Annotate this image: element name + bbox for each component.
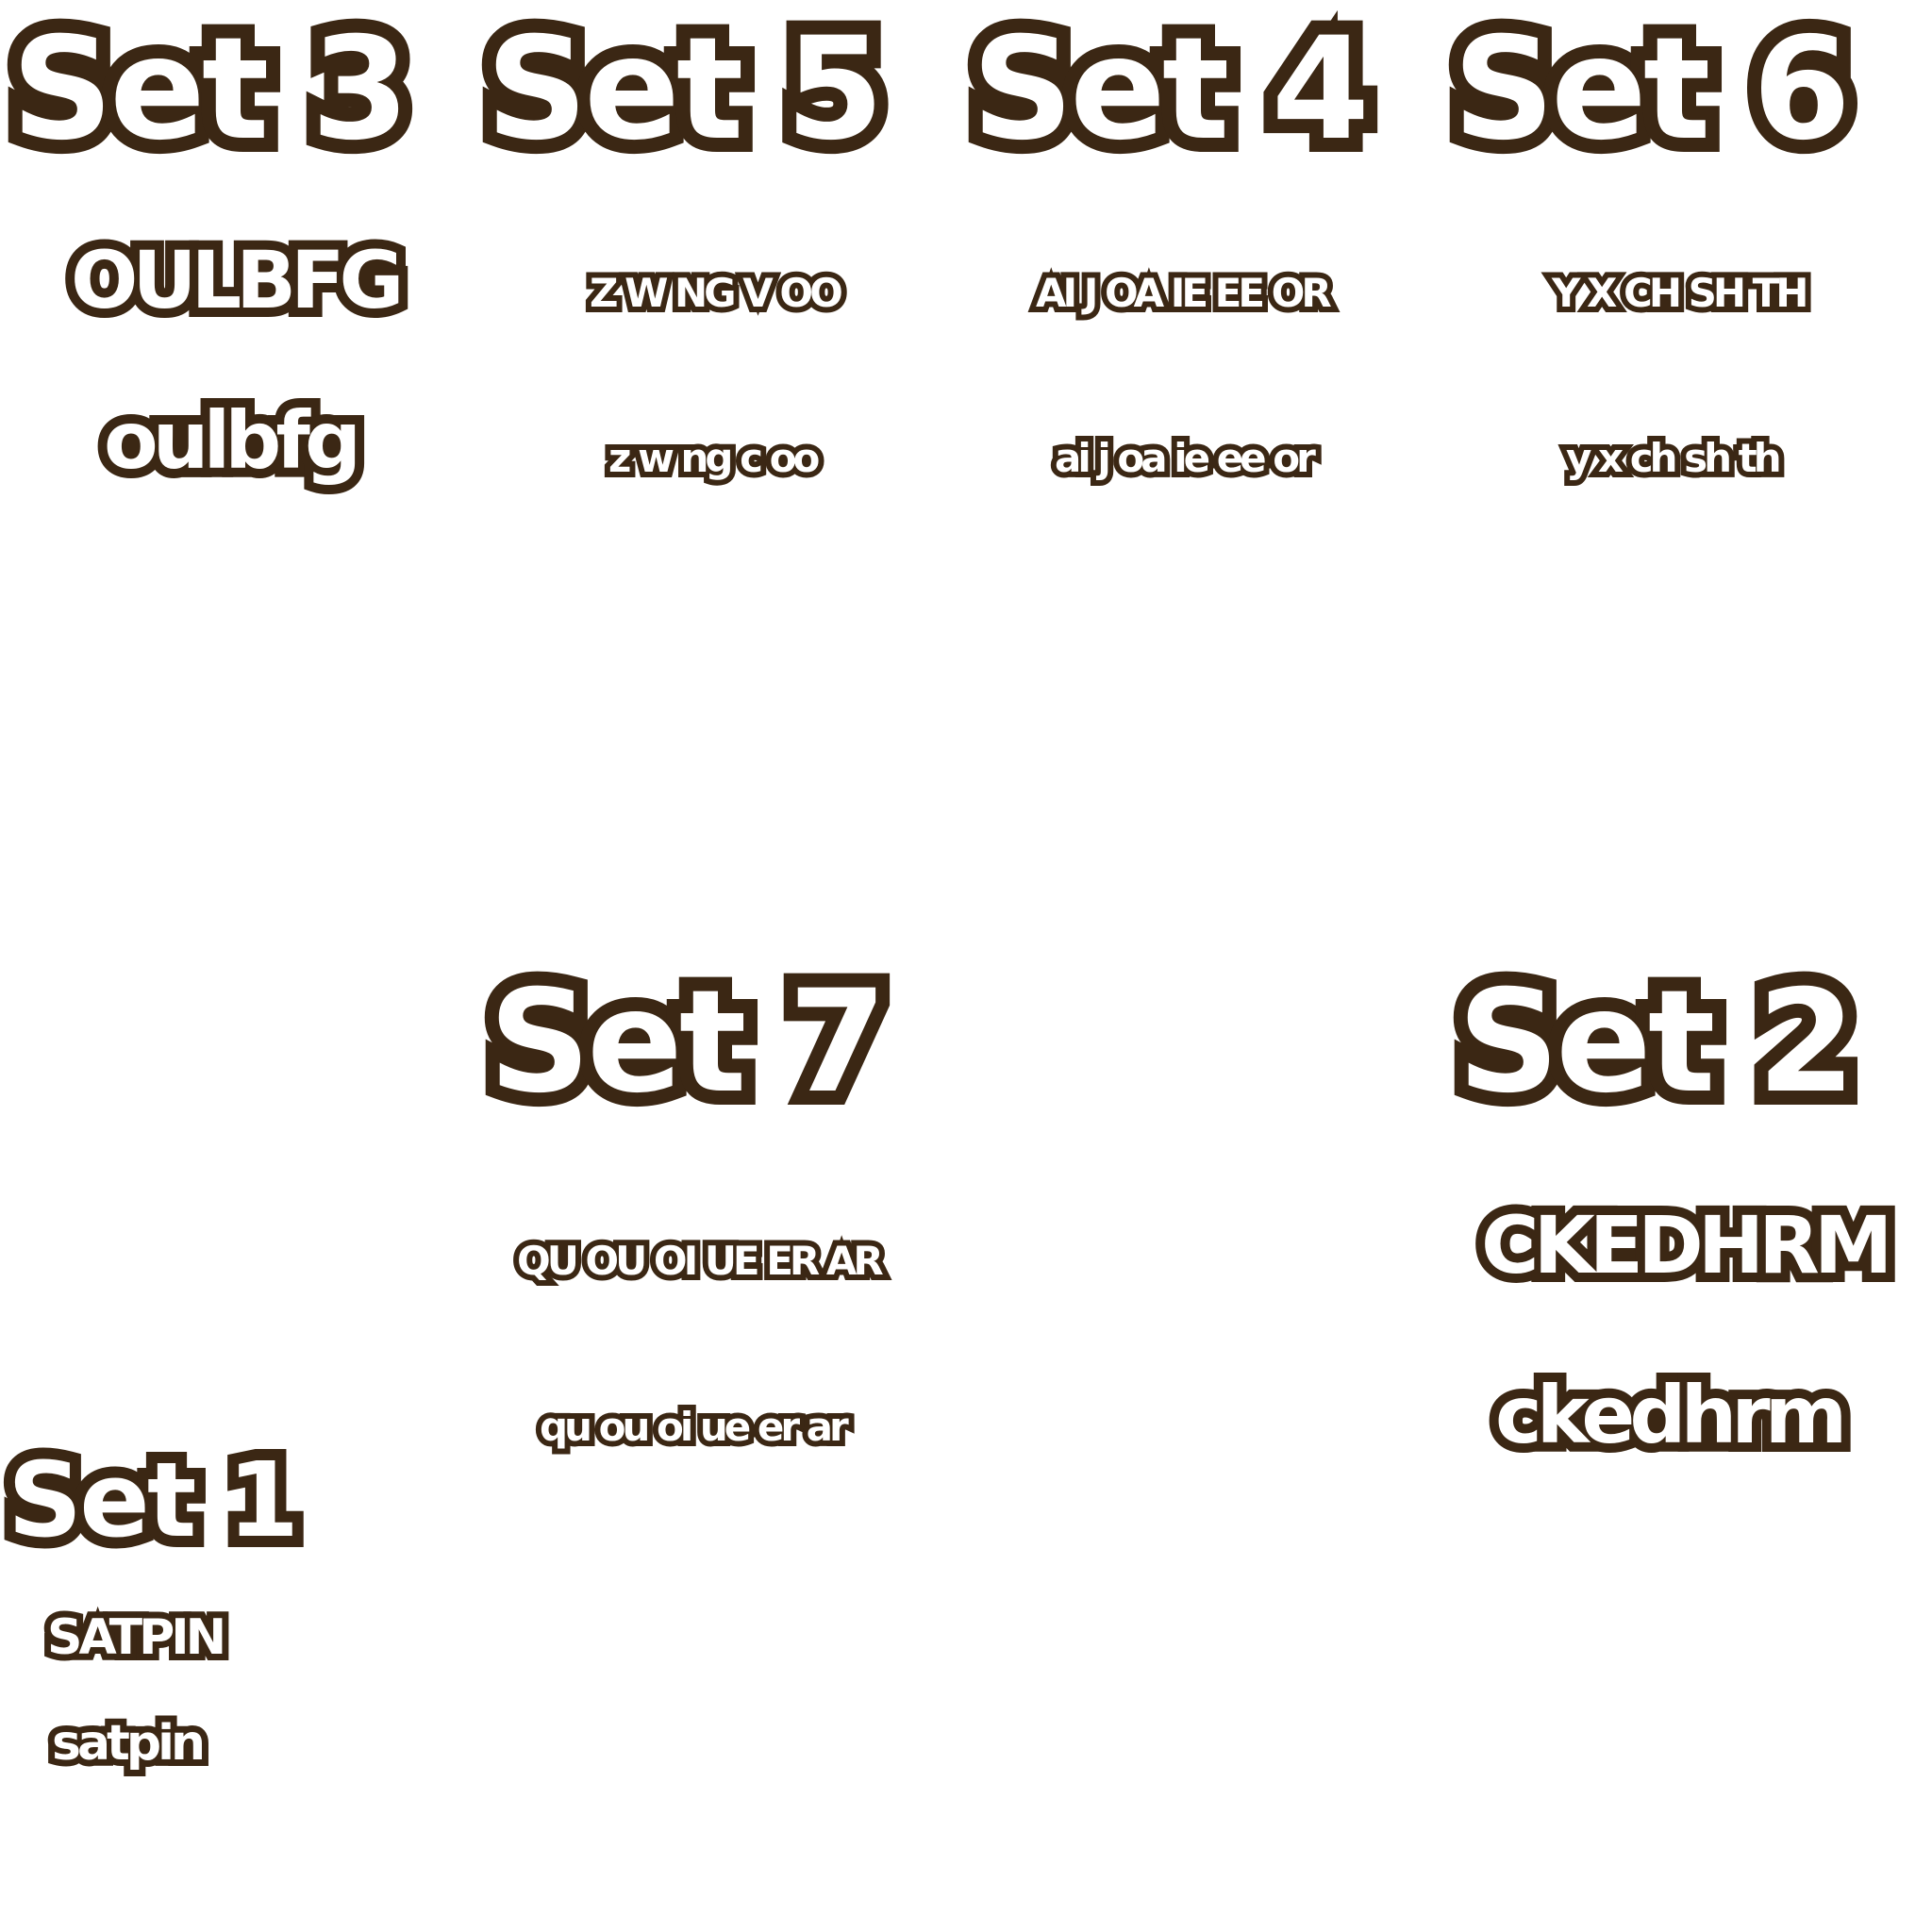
set4-heading: Set 4 (958, 5, 1384, 175)
set7-lowercase-letters: qu ou oi ue er ar (534, 1402, 855, 1453)
set6-uppercase-letters: Y X CH SH TH (1546, 268, 1814, 319)
set6-heading: Set 6 (1439, 5, 1865, 175)
set5-uppercase-letters: Z W NG V OO (584, 268, 849, 319)
set1-uppercase-letters: SATPIN (41, 1607, 233, 1669)
set3-uppercase-letters: OULBFG (61, 231, 413, 329)
set2-heading: Set 2 (1443, 958, 1870, 1127)
set4-lowercase-letters: ai j oa ie ee or (1049, 433, 1322, 484)
set2-lowercase-letters: ckedhrm (1486, 1366, 1857, 1464)
set3-heading: Set 3 (0, 5, 424, 175)
set4-uppercase-letters: AI J OA IE EE OR (1030, 268, 1338, 319)
set1-lowercase-letters: satpin (45, 1712, 212, 1774)
set5-lowercase-letters: z w ng c oo (603, 433, 825, 484)
set6-lowercase-letters: y x ch sh th (1560, 433, 1788, 484)
set1-heading: Set 1 (0, 1437, 310, 1563)
set3-lowercase-letters: oulbfg (94, 391, 371, 490)
set2-uppercase-letters: CKEDHRM (1472, 1196, 1902, 1294)
set7-heading: Set 7 (475, 958, 901, 1127)
set5-heading: Set 5 (472, 5, 898, 175)
set7-uppercase-letters: QU OU OI UE ER AR (511, 1236, 890, 1287)
